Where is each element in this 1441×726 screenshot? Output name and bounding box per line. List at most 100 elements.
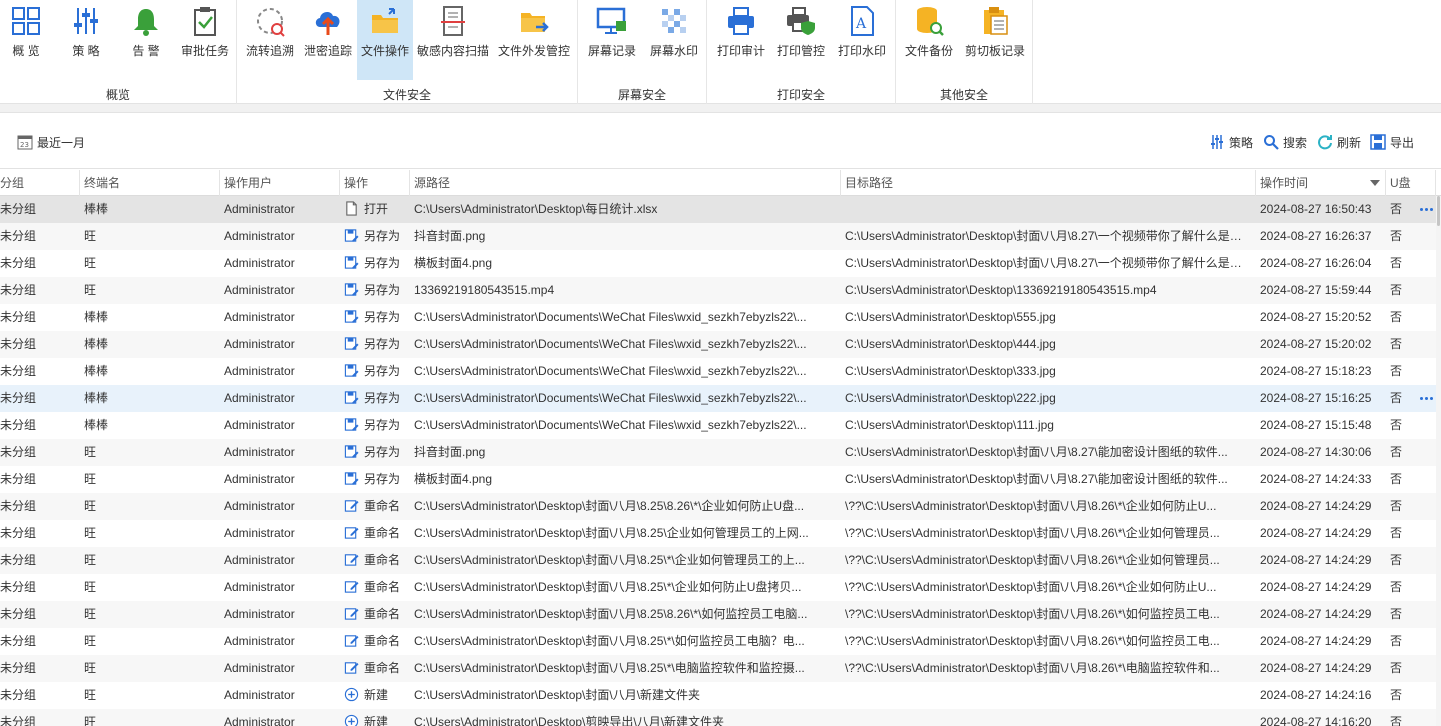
- cell-target-path: \??\C:\Users\Administrator\Desktop\封面\八月…: [845, 607, 1220, 621]
- cell-user: Administrator: [224, 688, 295, 702]
- file-operation-button[interactable]: 文件操作: [357, 0, 413, 80]
- cell-user: Administrator: [224, 472, 295, 486]
- table-row[interactable]: 未分组 旺 Administrator C:\Users\Administrator\…: [0, 655, 1436, 682]
- overview-button[interactable]: 概 览: [0, 0, 52, 80]
- cell-usb: 否: [1390, 391, 1403, 405]
- cell-terminal: 旺: [84, 634, 97, 648]
- scrollbar-thumb[interactable]: [1437, 196, 1440, 226]
- cell-operation-label: 重命名: [364, 607, 401, 621]
- print-control-button[interactable]: 打印管控: [773, 0, 829, 80]
- cell-source-path: 13369219180543515.mp4: [414, 283, 555, 297]
- save-as-icon: [344, 391, 359, 405]
- cell-time: 2024-08-27 16:26:37: [1260, 229, 1372, 243]
- calendar-icon: 23: [17, 135, 33, 150]
- save-as-icon: [344, 229, 359, 243]
- table-row[interactable]: 未分组 棒棒 Administrator C:\Users\Administrator…: [0, 385, 1436, 412]
- table-row[interactable]: 未分组 旺 Administrator 抖音封面.png C:\Users\Admini…: [0, 223, 1436, 250]
- refresh-button[interactable]: 刷新: [1317, 133, 1361, 151]
- column-header-operation[interactable]: 操作: [340, 170, 410, 196]
- cell-operation-label: 另存为: [364, 364, 401, 378]
- cell-usb: 否: [1390, 337, 1403, 351]
- table-row[interactable]: 未分组 旺 Administrator C:\Users\Administrator\…: [0, 574, 1436, 601]
- new-plus-icon: [344, 715, 359, 726]
- approval-task-button[interactable]: 审批任务: [176, 0, 234, 80]
- print-audit-button[interactable]: 打印审计: [713, 0, 769, 80]
- table-row[interactable]: 未分组 棒棒 Administrator C:\Users\Administrator…: [0, 331, 1436, 358]
- table-row[interactable]: 未分组 旺 Administrator 横板封面4.png C:\Users\Admin…: [0, 466, 1436, 493]
- column-header-target-path[interactable]: 目标路径: [841, 170, 1256, 196]
- cell-source-path: C:\Users\Administrator\Desktop\封面\八月\8.2…: [414, 607, 808, 621]
- cell-user: Administrator: [224, 526, 295, 540]
- column-header-usb[interactable]: U盘: [1386, 170, 1436, 196]
- column-header-time[interactable]: 操作时间: [1256, 170, 1386, 196]
- cell-time: 2024-08-27 15:15:48: [1260, 418, 1372, 432]
- cell-usb: 否: [1390, 634, 1403, 648]
- toolbar-policy-button[interactable]: 策略: [1209, 133, 1253, 151]
- vertical-scrollbar[interactable]: [1436, 196, 1441, 726]
- column-header-time-label: 操作时间: [1260, 176, 1309, 190]
- table-row[interactable]: 未分组 旺 Administrator C:\Users\Administrator\…: [0, 601, 1436, 628]
- rename-icon: [344, 635, 359, 648]
- cell-user: Administrator: [224, 661, 295, 675]
- screen-record-button[interactable]: 屏幕记录: [584, 0, 640, 80]
- export-label: 导出: [1390, 135, 1415, 150]
- table-row[interactable]: 未分组 旺 Administrator C:\Users\Administrator\…: [0, 493, 1436, 520]
- sensitive-scan-button[interactable]: 敏感内容扫描: [415, 0, 491, 80]
- table-row[interactable]: 未分组 旺 Administrator 抖音封面.png C:\Users\Admini…: [0, 439, 1436, 466]
- cell-user: Administrator: [224, 580, 295, 594]
- cell-terminal: 旺: [84, 445, 97, 459]
- table-row[interactable]: 未分组 旺 Administrator 横板封面4.png C:\Users\Admin…: [0, 250, 1436, 277]
- export-button[interactable]: 导出: [1370, 133, 1414, 151]
- table-row[interactable]: 未分组 棒棒 Administrator C:\Users\Administrator…: [0, 412, 1436, 439]
- refresh-icon: [1318, 135, 1332, 150]
- cell-group: 未分组: [0, 418, 37, 432]
- table-row[interactable]: 未分组 旺 Administrator C:\Users\Administrator\…: [0, 520, 1436, 547]
- screen-watermark-button[interactable]: 屏幕水印: [644, 0, 704, 80]
- cell-source-path: C:\Users\Administrator\Desktop\封面\八月\8.2…: [414, 499, 805, 513]
- more-options-icon[interactable]: [1420, 397, 1436, 401]
- print-watermark-button[interactable]: A 打印水印: [833, 0, 891, 80]
- rename-icon: [344, 662, 359, 675]
- date-range-button[interactable]: 23 最近一月: [17, 133, 85, 151]
- save-as-icon: [344, 256, 359, 270]
- ribbon-group-title: 屏幕安全: [617, 88, 666, 102]
- clipboard-record-button[interactable]: 剪切板记录: [962, 0, 1028, 80]
- column-header-terminal[interactable]: 终端名: [80, 170, 220, 196]
- file-outgoing-control-button[interactable]: 文件外发管控: [495, 0, 573, 80]
- table-row[interactable]: 未分组 旺 Administrator C:\Users\Administrator\…: [0, 547, 1436, 574]
- cell-terminal: 旺: [84, 256, 97, 270]
- search-button[interactable]: 搜索: [1263, 133, 1307, 151]
- cell-time: 2024-08-27 14:24:33: [1260, 472, 1372, 486]
- table-row[interactable]: 未分组 棒棒 Administrator C:\Users\Administrator…: [0, 358, 1436, 385]
- cell-operation-label: 重命名: [364, 499, 401, 513]
- cell-operation: 重命名: [344, 574, 410, 601]
- alarm-bell-icon: [134, 9, 158, 36]
- policy-button[interactable]: 策 略: [58, 0, 114, 80]
- flow-trace-button[interactable]: 流转追溯: [241, 0, 299, 80]
- cell-group: 未分组: [0, 283, 37, 297]
- cell-terminal: 旺: [84, 283, 97, 297]
- table-row[interactable]: 未分组 旺 Administrator C:\Users\Administrator\…: [0, 628, 1436, 655]
- sensitive-scan-label: 敏感内容扫描: [416, 44, 489, 58]
- table-row[interactable]: 未分组 旺 Administrator 13369219180543515.mp4 C:…: [0, 277, 1436, 304]
- cell-operation: 重命名: [344, 601, 410, 628]
- more-options-icon[interactable]: [1420, 208, 1436, 212]
- table-row[interactable]: 未分组 棒棒 Administrator C:\Users\Administrator…: [0, 196, 1436, 223]
- cell-user: Administrator: [224, 202, 295, 216]
- alarm-button[interactable]: 告 警: [120, 0, 172, 80]
- document-scan-icon: [441, 6, 465, 36]
- leak-trace-button[interactable]: 泄密追踪: [301, 0, 355, 80]
- cell-target-path: C:\Users\Administrator\Desktop\封面\八月\8.2…: [845, 472, 1228, 486]
- cell-usb: 否: [1390, 283, 1403, 297]
- cell-operation: 另存为: [344, 277, 410, 304]
- cell-time: 2024-08-27 14:16:20: [1260, 715, 1372, 726]
- column-header-group[interactable]: 分组: [0, 170, 80, 196]
- table-row[interactable]: 未分组 旺 Administrator C:\Users\Administrator\…: [0, 709, 1436, 726]
- column-header-user[interactable]: 操作用户: [220, 170, 340, 196]
- file-backup-button[interactable]: 文件备份: [900, 0, 958, 80]
- table-row[interactable]: 未分组 棒棒 Administrator C:\Users\Administrator…: [0, 304, 1436, 331]
- table-row[interactable]: 未分组 旺 Administrator C:\Users\Administrator\…: [0, 682, 1436, 709]
- column-header-source-path[interactable]: 源路径: [410, 170, 841, 196]
- cell-terminal: 旺: [84, 607, 97, 621]
- folder-action-icon: [372, 8, 398, 33]
